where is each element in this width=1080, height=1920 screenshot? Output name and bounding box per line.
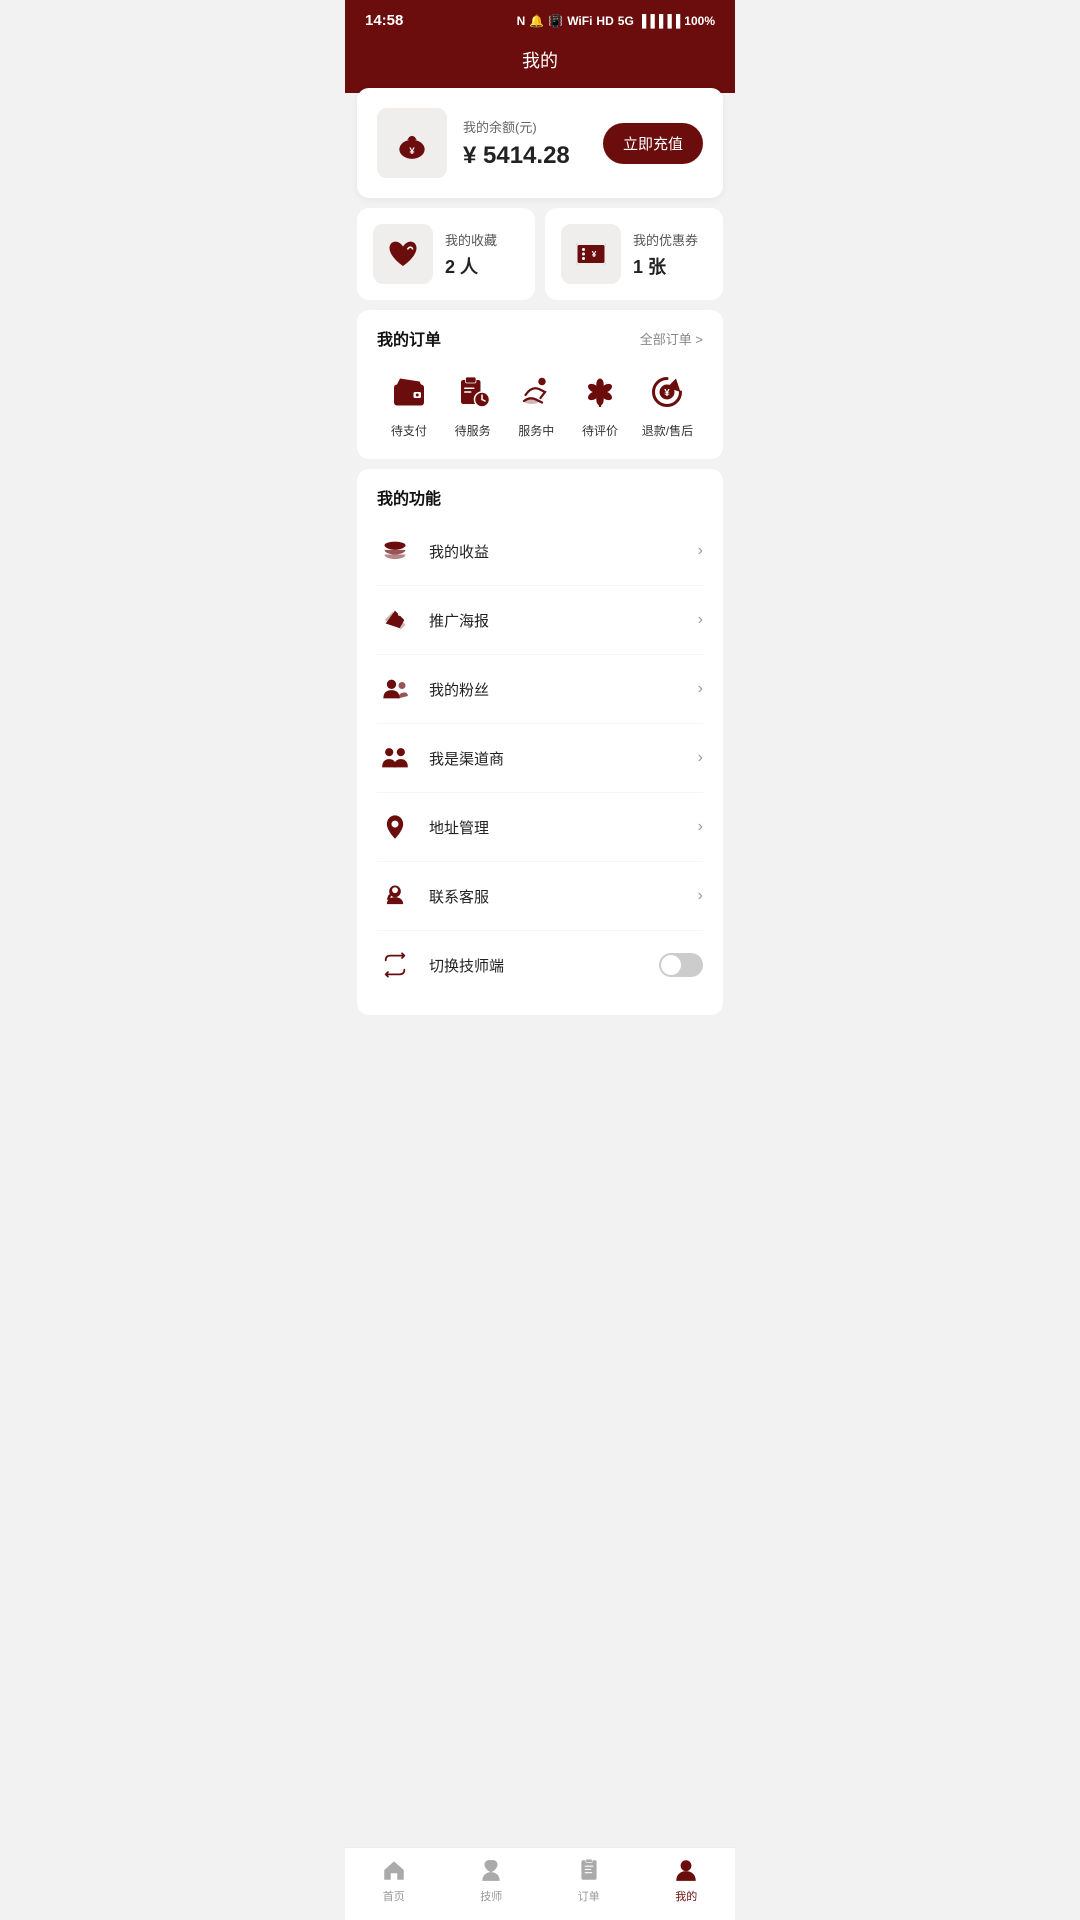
all-orders-link[interactable]: 全部订单 > xyxy=(640,329,703,348)
function-address[interactable]: 地址管理 › xyxy=(377,793,703,862)
orders-icon xyxy=(576,1857,602,1883)
nav-orders[interactable]: 订单 xyxy=(540,1856,638,1904)
poster-icon xyxy=(381,606,409,634)
fans-icon xyxy=(381,675,409,703)
nav-orders-label: 订单 xyxy=(578,1888,600,1904)
order-pending-pay-label: 待支付 xyxy=(391,422,427,439)
balance-label: 我的余额(元) xyxy=(463,117,587,136)
recharge-button[interactable]: 立即充值 xyxy=(603,123,703,164)
money-bag-icon: ¥ xyxy=(393,124,431,162)
nav-technician-label: 技师 xyxy=(480,1888,502,1904)
flower-icon xyxy=(582,374,618,410)
page-title: 我的 xyxy=(522,51,558,71)
function-distributor[interactable]: 我是渠道商 › xyxy=(377,724,703,793)
svg-text:¥: ¥ xyxy=(409,146,415,157)
massage-icon xyxy=(518,374,554,410)
status-icons: N 🔔 📳 WiFi HD 5G ▐▐▐▐▐ 100% xyxy=(517,14,715,28)
order-in-service[interactable]: 服务中 xyxy=(514,370,558,439)
balance-icon-wrap: ¥ xyxy=(377,108,447,178)
function-address-label: 地址管理 xyxy=(429,817,698,838)
balance-amount: ¥ 5414.28 xyxy=(463,142,587,170)
mine-icon xyxy=(673,1857,699,1883)
favorites-value: 2 人 xyxy=(445,253,497,279)
orders-card: 我的订单 全部订单 > 待支付 xyxy=(357,310,723,459)
order-types: 待支付 待服务 xyxy=(377,370,703,439)
order-pending-service-label: 待服务 xyxy=(455,422,491,439)
earnings-icon xyxy=(381,537,409,565)
coupons-icon-wrap: ¥ xyxy=(561,224,621,284)
function-switch-tech-label: 切换技师端 xyxy=(429,955,659,976)
address-arrow-icon: › xyxy=(698,818,703,836)
refund-icon: ¥ xyxy=(649,374,685,410)
nav-home[interactable]: 首页 xyxy=(345,1856,443,1904)
fans-arrow-icon: › xyxy=(698,680,703,698)
balance-card: ¥ 我的余额(元) ¥ 5414.28 立即充值 xyxy=(357,88,723,198)
function-service-label: 联系客服 xyxy=(429,886,698,907)
distributor-arrow-icon: › xyxy=(698,749,703,767)
coupon-icon: ¥ xyxy=(573,236,609,272)
function-switch-tech[interactable]: 切换技师端 xyxy=(377,931,703,999)
function-earnings-label: 我的收益 xyxy=(429,541,698,562)
status-time: 14:58 xyxy=(365,12,403,29)
coupons-card[interactable]: ¥ 我的优惠券 1 张 xyxy=(545,208,723,300)
svg-text:¥: ¥ xyxy=(592,250,597,259)
nav-mine-label: 我的 xyxy=(675,1888,697,1904)
service-icon xyxy=(381,882,409,910)
status-bar: 14:58 N 🔔 📳 WiFi HD 5G ▐▐▐▐▐ 100% xyxy=(345,0,735,37)
functions-card: 我的功能 我的收益 › 推广 xyxy=(357,469,723,1015)
distributor-icon xyxy=(381,744,409,772)
stats-row: 我的收藏 2 人 ¥ 我的优惠券 1 张 xyxy=(357,208,723,300)
service-arrow-icon: › xyxy=(698,887,703,905)
switch-icon xyxy=(381,951,409,979)
orders-title: 我的订单 xyxy=(377,326,441,350)
order-pending-review[interactable]: 待评价 xyxy=(578,370,622,439)
earnings-arrow-icon: › xyxy=(698,542,703,560)
nav-home-label: 首页 xyxy=(383,1888,405,1904)
order-refund-label: 退款/售后 xyxy=(642,422,693,439)
function-distributor-label: 我是渠道商 xyxy=(429,748,698,769)
technician-icon xyxy=(478,1857,504,1883)
function-fans[interactable]: 我的粉丝 › xyxy=(377,655,703,724)
nav-mine[interactable]: 我的 xyxy=(638,1856,736,1904)
function-earnings[interactable]: 我的收益 › xyxy=(377,517,703,586)
favorites-icon-wrap xyxy=(373,224,433,284)
order-pending-service[interactable]: 待服务 xyxy=(451,370,495,439)
coupons-value: 1 张 xyxy=(633,253,698,279)
poster-arrow-icon: › xyxy=(698,611,703,629)
svg-text:¥: ¥ xyxy=(665,388,671,399)
function-fans-label: 我的粉丝 xyxy=(429,679,698,700)
nav-technician[interactable]: 技师 xyxy=(443,1856,541,1904)
favorites-card[interactable]: 我的收藏 2 人 xyxy=(357,208,535,300)
switch-tech-toggle[interactable] xyxy=(659,953,703,977)
bottom-nav: 首页 技师 订单 xyxy=(345,1847,735,1920)
function-poster-label: 推广海报 xyxy=(429,610,698,631)
heart-icon xyxy=(385,236,421,272)
home-icon xyxy=(381,1857,407,1883)
page-header: 我的 xyxy=(345,37,735,93)
address-icon xyxy=(381,813,409,841)
order-pending-review-label: 待评价 xyxy=(582,422,618,439)
clipboard-clock-icon xyxy=(455,374,491,410)
order-pending-pay[interactable]: 待支付 xyxy=(387,370,431,439)
function-service[interactable]: 联系客服 › xyxy=(377,862,703,931)
functions-title: 我的功能 xyxy=(377,485,703,509)
order-refund[interactable]: ¥ 退款/售后 xyxy=(642,370,693,439)
coupons-label: 我的优惠券 xyxy=(633,230,698,249)
favorites-label: 我的收藏 xyxy=(445,230,497,249)
order-in-service-label: 服务中 xyxy=(518,422,554,439)
balance-info: 我的余额(元) ¥ 5414.28 xyxy=(463,117,587,170)
wallet-icon xyxy=(391,374,427,410)
function-poster[interactable]: 推广海报 › xyxy=(377,586,703,655)
